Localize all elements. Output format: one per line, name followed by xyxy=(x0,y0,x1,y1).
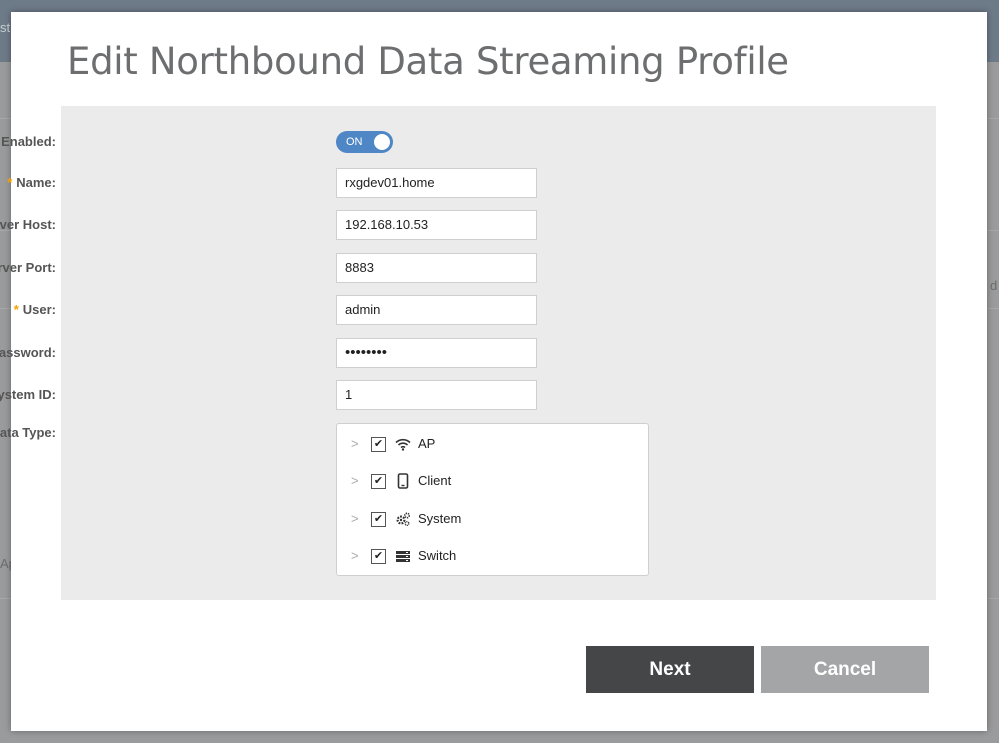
tree-item-label: AP xyxy=(418,436,436,451)
dialog-title: Edit Northbound Data Streaming Profile xyxy=(67,40,789,83)
checkbox-system[interactable]: ✔ xyxy=(371,512,386,527)
server-port-row: *Server Port: 8883 xyxy=(0,253,661,283)
server-host-label: *Server Host: xyxy=(0,217,56,232)
chevron-right-icon[interactable]: > xyxy=(351,473,359,488)
system-id-label: *System ID: xyxy=(0,387,56,402)
tree-item-label: System xyxy=(418,511,462,526)
next-button[interactable]: Next xyxy=(586,646,754,693)
tree-item-system[interactable]: > ✔ System xyxy=(337,507,637,533)
chevron-right-icon[interactable]: > xyxy=(351,511,359,526)
form-panel: Enabled: ON *Name: rxgdev01.home *Server… xyxy=(0,106,936,600)
mobile-icon xyxy=(397,473,409,489)
server-port-input[interactable]: 8883 xyxy=(336,253,537,283)
required-marker: * xyxy=(13,302,19,317)
password-label: *Password: xyxy=(0,345,56,360)
background-text-fragment: st xyxy=(0,20,11,35)
server-port-label: *Server Port: xyxy=(0,260,56,275)
name-label: * Name: xyxy=(7,175,56,190)
gears-icon xyxy=(396,512,411,526)
system-id-row: *System ID: 1 xyxy=(0,380,661,410)
toggle-knob xyxy=(374,134,390,150)
enabled-label: Enabled: xyxy=(1,134,56,149)
chevron-right-icon[interactable]: > xyxy=(351,436,359,451)
wifi-icon xyxy=(395,438,411,451)
checkbox-client[interactable]: ✔ xyxy=(371,474,386,489)
background-text-fragment: d xyxy=(990,278,998,293)
system-id-input[interactable]: 1 xyxy=(336,380,537,410)
tree-item-ap[interactable]: > ✔ AP xyxy=(337,432,637,458)
tree-item-client[interactable]: > ✔ Client xyxy=(337,469,637,495)
checkbox-switch[interactable]: ✔ xyxy=(371,549,386,564)
enabled-toggle[interactable]: ON xyxy=(336,131,393,153)
cancel-button[interactable]: Cancel xyxy=(761,646,929,693)
data-type-label: Data Type: xyxy=(0,425,56,440)
name-row: * Name: rxgdev01.home xyxy=(7,168,661,198)
chevron-right-icon[interactable]: > xyxy=(351,548,359,563)
server-host-row: *Server Host: 192.168.10.53 xyxy=(0,210,661,240)
tree-item-label: Switch xyxy=(418,548,457,563)
password-input[interactable]: •••••••• xyxy=(336,338,537,368)
data-type-row: Data Type: > ✔ AP > ✔ xyxy=(0,423,661,576)
toggle-state-text: ON xyxy=(346,136,363,148)
name-input[interactable]: rxgdev01.home xyxy=(336,168,537,198)
tree-item-switch[interactable]: > ✔ Switch xyxy=(337,544,637,570)
user-row: * User: admin xyxy=(14,295,661,325)
edit-profile-dialog: Edit Northbound Data Streaming Profile E… xyxy=(0,12,987,731)
required-marker: * xyxy=(7,175,13,190)
data-type-tree: > ✔ AP > ✔ Client > ✔ System > ✔ Switch xyxy=(336,423,649,576)
enabled-row: Enabled: ON xyxy=(1,131,661,161)
server-host-input[interactable]: 192.168.10.53 xyxy=(336,210,537,240)
checkbox-ap[interactable]: ✔ xyxy=(371,437,386,452)
password-row: *Password: •••••••• xyxy=(0,338,661,368)
user-label: * User: xyxy=(13,302,56,317)
tree-item-label: Client xyxy=(418,473,452,488)
user-input[interactable]: admin xyxy=(336,295,537,325)
switch-icon xyxy=(396,551,410,562)
